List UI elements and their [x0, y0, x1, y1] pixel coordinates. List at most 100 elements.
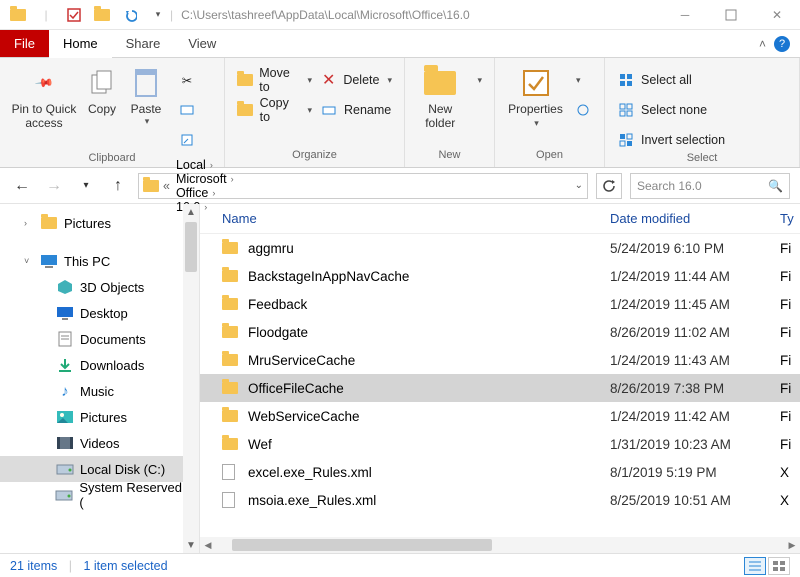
tree-label: System Reserved ( [79, 480, 183, 510]
col-name[interactable]: Name [222, 211, 610, 226]
file-date: 1/24/2019 11:42 AM [610, 409, 780, 424]
cut-button[interactable]: ✂ [174, 68, 200, 92]
folder-icon [222, 354, 242, 366]
help-icon[interactable]: ? [774, 36, 790, 52]
search-icon[interactable]: 🔍 [768, 179, 783, 193]
open-button[interactable]: ▾ [570, 68, 596, 92]
select-all-button[interactable]: Select all [613, 68, 729, 92]
scroll-up-icon[interactable]: ▲ [186, 204, 196, 220]
select-none-button[interactable]: Select none [613, 98, 729, 122]
file-row[interactable]: aggmru5/24/2019 6:10 PMFi [200, 234, 800, 262]
view-details-button[interactable] [744, 557, 766, 575]
paste-button[interactable]: Paste ▾ [124, 64, 168, 127]
file-row[interactable]: msoia.exe_Rules.xml8/25/2019 10:51 AMX [200, 486, 800, 514]
file-row[interactable]: BackstageInAppNavCache1/24/2019 11:44 AM… [200, 262, 800, 290]
tree-item[interactable]: 3D Objects [0, 274, 183, 300]
tree-item[interactable]: ♪Music [0, 378, 183, 404]
tab-view[interactable]: View [174, 30, 230, 57]
delete-button[interactable]: ✕Delete▾ [316, 68, 396, 92]
folder-icon [222, 270, 242, 282]
col-type[interactable]: Ty [780, 211, 800, 226]
ribbon-collapse-icon[interactable]: ˄ [759, 37, 766, 51]
tree-item[interactable]: Desktop [0, 300, 183, 326]
properties-button[interactable]: Properties ▾ [503, 64, 568, 130]
file-name: Wef [242, 437, 610, 452]
move-to-button[interactable]: Move to▾ [233, 68, 316, 92]
tree-item[interactable]: Documents [0, 326, 183, 352]
copy-button[interactable]: Copy [80, 64, 124, 116]
file-row[interactable]: Feedback1/24/2019 11:45 AMFi [200, 290, 800, 318]
scroll-thumb[interactable] [185, 222, 197, 272]
qat-newfolder-icon[interactable] [90, 4, 114, 26]
file-date: 8/1/2019 5:19 PM [610, 465, 780, 480]
copy-path-button[interactable] [174, 98, 200, 122]
file-row[interactable]: excel.exe_Rules.xml8/1/2019 5:19 PMX [200, 458, 800, 486]
view-thumbnails-button[interactable] [768, 557, 790, 575]
tab-share[interactable]: Share [112, 30, 175, 57]
qat-undo-icon[interactable] [118, 4, 142, 26]
scroll-down-icon[interactable]: ▼ [186, 537, 196, 553]
invert-selection-button[interactable]: Invert selection [613, 128, 729, 152]
tree-item[interactable]: Pictures [0, 404, 183, 430]
new-item-button[interactable]: ▾ [471, 68, 486, 92]
file-type: Fi [780, 241, 800, 256]
file-type: Fi [780, 269, 800, 284]
rename-button[interactable]: Rename [316, 98, 396, 122]
tree-icon [56, 408, 74, 426]
search-box[interactable]: Search 16.0 🔍 [630, 173, 790, 199]
file-icon [222, 464, 242, 480]
file-row[interactable]: Wef1/31/2019 10:23 AMFi [200, 430, 800, 458]
file-row[interactable]: MruServiceCache1/24/2019 11:43 AMFi [200, 346, 800, 374]
tree-icon [55, 486, 73, 504]
properties-label: Properties [503, 102, 568, 116]
navigation-bar: ← → ▾ ↑ « Local›Microsoft›Office›16.0› ⌄… [0, 168, 800, 204]
crumb-overflow[interactable]: « [163, 179, 170, 193]
tree-item[interactable]: Downloads [0, 352, 183, 378]
file-row[interactable]: Floodgate8/26/2019 11:02 AMFi [200, 318, 800, 346]
address-dropdown-icon[interactable]: ⌄ [575, 180, 583, 191]
crumb-local[interactable]: Local› [174, 158, 236, 172]
new-folder-button[interactable]: New folder [413, 64, 467, 130]
address-bar[interactable]: « Local›Microsoft›Office›16.0› ⌄ [138, 173, 588, 199]
tree-item[interactable]: Videos [0, 430, 183, 456]
close-button[interactable]: ✕ [754, 0, 800, 30]
pin-quick-access-button[interactable]: 📌 Pin to Quick access [8, 64, 80, 130]
hscroll-thumb[interactable] [232, 539, 492, 551]
file-name: excel.exe_Rules.xml [242, 465, 610, 480]
file-row[interactable]: WebServiceCache1/24/2019 11:42 AMFi [200, 402, 800, 430]
refresh-button[interactable] [596, 173, 622, 199]
tab-home[interactable]: Home [49, 30, 112, 57]
navigation-tree[interactable]: ›Pictures ˅This PC 3D Objects DesktopDocume… [0, 204, 200, 553]
tree-label: 3D Objects [80, 280, 144, 295]
history-button[interactable] [570, 98, 596, 122]
file-row[interactable]: OfficeFileCache8/26/2019 7:38 PMFi [200, 374, 800, 402]
crumb-office[interactable]: Office› [174, 186, 236, 200]
ribbon-tabs: File Home Share View ˄ ? [0, 30, 800, 58]
qat-properties-icon[interactable] [62, 4, 86, 26]
qat-folder-icon[interactable] [6, 4, 30, 26]
maximize-button[interactable] [708, 0, 754, 30]
search-placeholder: Search 16.0 [637, 179, 702, 193]
tree-item[interactable]: Local Disk (C:) [0, 456, 183, 482]
col-date[interactable]: Date modified [610, 211, 780, 226]
forward-button[interactable]: → [42, 174, 66, 198]
horizontal-scrollbar[interactable]: ◀ ▶ [200, 537, 800, 553]
tree-item[interactable]: ˅This PC [0, 248, 183, 274]
recent-locations-button[interactable]: ▾ [74, 174, 98, 198]
tree-item[interactable]: System Reserved ( [0, 482, 183, 508]
tab-file[interactable]: File [0, 30, 49, 57]
tree-item[interactable]: ›Pictures [0, 210, 183, 236]
tree-scrollbar[interactable]: ▲ ▼ [183, 204, 199, 553]
copy-to-button[interactable]: Copy to▾ [233, 98, 316, 122]
column-headers[interactable]: Name Date modified Ty [200, 204, 800, 234]
file-type: Fi [780, 325, 800, 340]
qat-customize-icon[interactable]: ▾ [146, 4, 170, 26]
file-list[interactable]: Name Date modified Ty aggmru5/24/2019 6:… [200, 204, 800, 553]
crumb-microsoft[interactable]: Microsoft› [174, 172, 236, 186]
back-button[interactable]: ← [10, 174, 34, 198]
paste-shortcut-button[interactable] [174, 128, 200, 152]
file-type: Fi [780, 381, 800, 396]
minimize-button[interactable]: ─ [662, 0, 708, 30]
file-icon [222, 492, 242, 508]
up-button[interactable]: ↑ [106, 174, 130, 198]
